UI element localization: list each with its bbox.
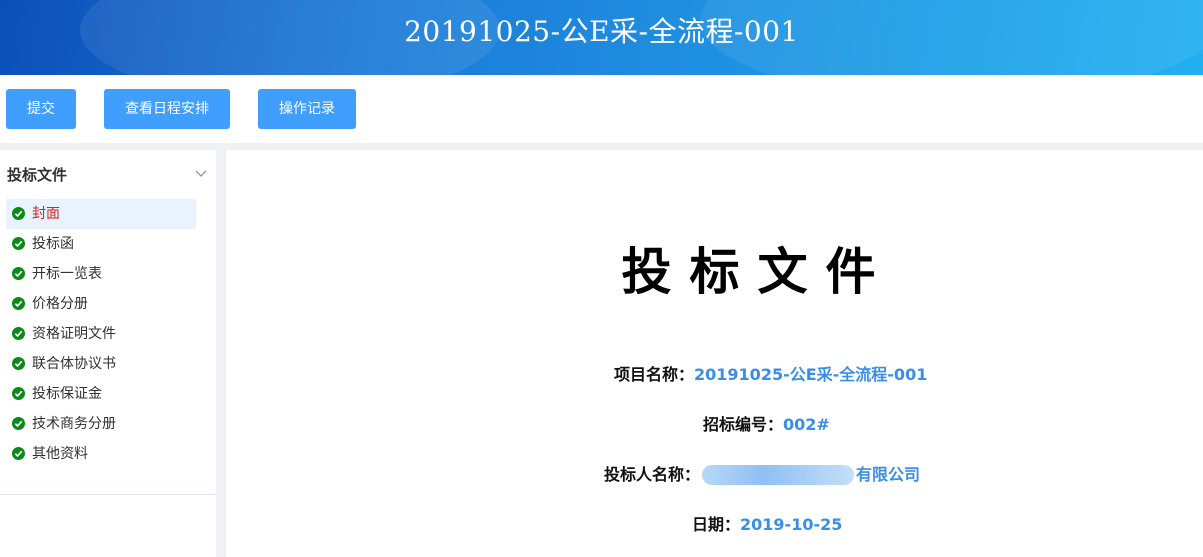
submit-button[interactable]: 提交	[6, 89, 76, 129]
sidebar-item[interactable]: 联合体协议书	[6, 349, 196, 379]
sidebar-item[interactable]: 价格分册	[6, 289, 196, 319]
sidebar-item-label: 资格证明文件	[32, 326, 116, 342]
bid-number-row: 招标编号：002#	[703, 411, 830, 435]
check-circle-icon	[12, 297, 25, 310]
sidebar-item[interactable]: 封面	[6, 199, 196, 229]
sidebar-item-label: 价格分册	[32, 296, 88, 312]
toolbar: 提交 查看日程安排 操作记录	[0, 75, 1203, 143]
sidebar-heading[interactable]: 投标文件	[7, 164, 67, 185]
check-circle-icon	[12, 327, 25, 340]
bid-number-label: 招标编号：	[703, 415, 784, 434]
sidebar-item[interactable]: 技术商务分册	[6, 409, 196, 439]
check-circle-icon	[12, 237, 25, 250]
document-title: 投标文件	[621, 243, 894, 301]
date-row: 日期：2019-10-25	[692, 511, 842, 535]
check-circle-icon	[12, 207, 25, 220]
sidebar-item-label: 技术商务分册	[32, 416, 116, 432]
check-circle-icon	[12, 417, 25, 430]
chevron-down-icon[interactable]	[194, 166, 208, 180]
view-schedule-button[interactable]: 查看日程安排	[104, 89, 230, 129]
sidebar-item-label: 其他资料	[32, 446, 88, 462]
sidebar-item[interactable]: 投标函	[6, 229, 196, 259]
sidebar-item[interactable]: 开标一览表	[6, 259, 196, 289]
document-preview: 投标文件 项目名称：20191025-公E采-全流程-001 招标编号：002#…	[226, 150, 1203, 557]
operation-log-button[interactable]: 操作记录	[258, 89, 356, 129]
check-circle-icon	[12, 387, 25, 400]
bidder-name-row: 投标人名称： 有限公司	[604, 461, 920, 486]
sidebar-item-label: 投标保证金	[32, 386, 102, 402]
sidebar-divider	[0, 494, 216, 495]
date-value: 2019-10-25	[740, 515, 843, 534]
sidebar-item-label: 开标一览表	[32, 266, 102, 282]
check-circle-icon	[12, 357, 25, 370]
sidebar-list: 封面投标函开标一览表价格分册资格证明文件 联合体协议书 投标保证金技术商务分册 其他资…	[6, 199, 196, 469]
redacted-blur	[702, 464, 855, 485]
project-name-label: 项目名称：	[614, 365, 695, 384]
page-title: 20191025-公E采-全流程-001	[404, 15, 799, 48]
sidebar-item-label: 联合体协议书	[32, 356, 116, 372]
sidebar-item[interactable]: 资格证明文件	[6, 319, 196, 349]
sidebar-item[interactable]: 其他资料	[6, 439, 196, 469]
project-name-value: 20191025-公E采-全流程-001	[694, 365, 928, 384]
sidebar-item-label: 投标函	[32, 236, 74, 252]
bidder-name-label: 投标人名称：	[604, 465, 701, 484]
sidebar-item[interactable]: 投标保证金	[6, 379, 196, 409]
check-circle-icon	[12, 267, 25, 280]
sidebar-item-label: 封面	[32, 206, 60, 222]
date-label: 日期：	[692, 515, 741, 534]
project-name-row: 项目名称：20191025-公E采-全流程-001	[614, 361, 927, 385]
bidder-name-value: 有限公司	[856, 465, 921, 484]
app-header: 20191025-公E采-全流程-001	[0, 0, 1203, 75]
check-circle-icon	[12, 447, 25, 460]
sidebar: 投标文件 封面投标函开标一览表价格分册资格证明文件 联合体协议书 投标保证金技术商务…	[0, 150, 216, 557]
bid-number-value: 002#	[783, 415, 830, 434]
